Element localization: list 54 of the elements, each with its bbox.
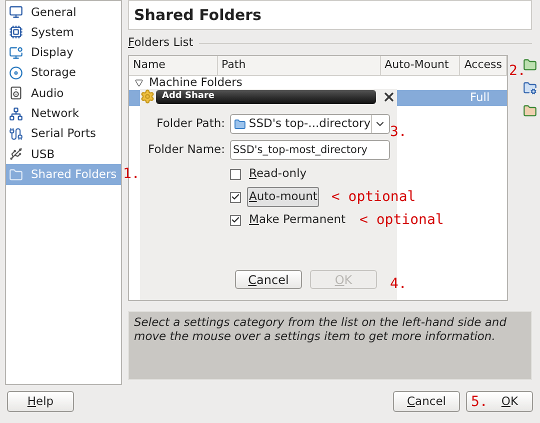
section-label: Folders List: [128, 34, 194, 52]
gear-icon: [140, 89, 155, 104]
field-label: Folder Name:: [147, 141, 225, 158]
column-header[interactable]: Access: [460, 56, 507, 75]
disc-icon: [9, 66, 23, 80]
checkbox-label[interactable]: Read-only: [247, 164, 309, 184]
folder-path-dropdown[interactable]: SSD's top-...directory: [230, 114, 390, 134]
folder-gear-icon[interactable]: [523, 81, 537, 95]
checkbox[interactable]: [230, 168, 241, 180]
cable-icon: [9, 126, 23, 141]
dialog-title: Add Share: [162, 90, 214, 103]
expand-arrow-icon[interactable]: [135, 79, 143, 87]
column-header[interactable]: Auto-Mount: [380, 56, 460, 75]
sidebar-item[interactable]: Display: [6, 42, 121, 63]
annotation-number: 5.: [471, 395, 488, 409]
info-text: Select a settings category from the list on the left-hand side and move the mouse over a settings item to get more information.: [134, 315, 508, 343]
field-label: Folder Path:: [156, 115, 225, 132]
annotation-number: 3.: [390, 125, 407, 139]
sidebar-item[interactable]: Serial Ports: [6, 124, 121, 144]
display-icon: [9, 46, 23, 60]
page-title: Shared Folders: [134, 4, 262, 26]
folder-icon: [9, 168, 23, 182]
sidebar-item[interactable]: System: [6, 22, 121, 43]
dialog-button[interactable]: Cancel: [235, 270, 302, 289]
checkbox[interactable]: [230, 192, 241, 202]
usb-icon: [9, 147, 23, 162]
sidebar-item[interactable]: General: [6, 2, 121, 22]
sidebar-item[interactable]: Network: [6, 103, 121, 124]
monitor-icon: [9, 5, 23, 20]
add-folder-icon[interactable]: [523, 58, 537, 72]
close-icon[interactable]: [382, 90, 396, 104]
annotation-number: 2.: [509, 64, 526, 78]
help-button[interactable]: Help: [7, 391, 74, 412]
sidebar-item[interactable]: USB: [6, 144, 121, 164]
sidebar-item[interactable]: Audio: [6, 83, 121, 104]
tree-group-label: Machine Folders: [149, 74, 242, 91]
folder-icon: [234, 118, 246, 130]
chip-icon: [9, 25, 23, 40]
annotation-note: < optional: [331, 190, 416, 204]
folder-name-field[interactable]: SSD's_top-most_directory: [230, 140, 390, 160]
remove-folder-icon[interactable]: [523, 104, 537, 118]
annotation-number: 4.: [390, 277, 407, 291]
checkbox-label[interactable]: Auto-mount: [247, 187, 320, 207]
speaker-icon: [9, 86, 23, 100]
checkbox[interactable]: [230, 214, 241, 226]
checkbox-label[interactable]: Make Permanent: [247, 210, 348, 230]
sidebar-item[interactable]: Storage: [6, 62, 121, 84]
cancel-button[interactable]: Cancel: [393, 391, 460, 412]
table-cell-text: Full: [469, 89, 490, 106]
column-header[interactable]: Path: [218, 56, 381, 75]
network-icon: [9, 106, 23, 121]
annotation-note: < optional: [360, 213, 444, 227]
column-header[interactable]: Name: [129, 56, 218, 75]
annotation-number: 1.: [123, 167, 140, 181]
